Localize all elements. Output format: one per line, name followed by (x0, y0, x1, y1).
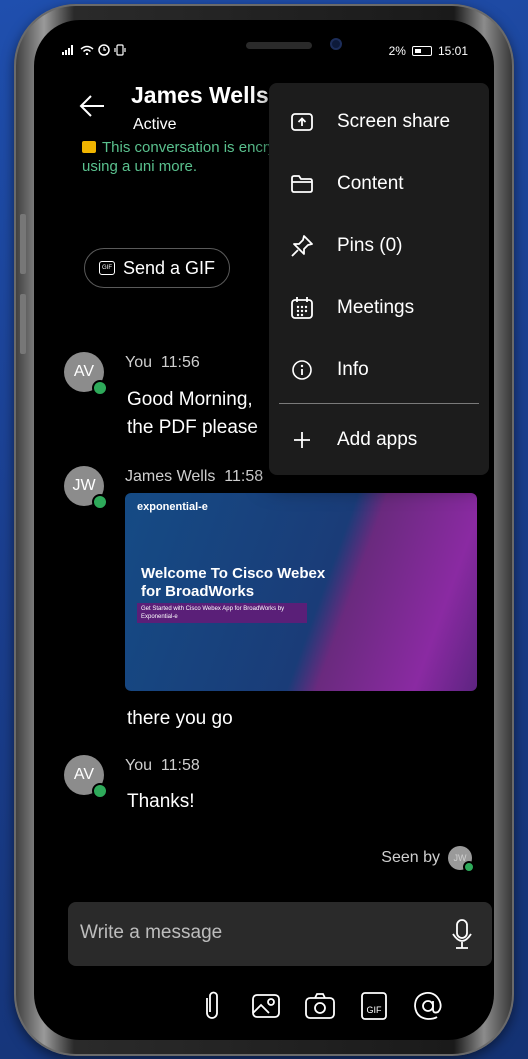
presence-indicator (463, 861, 475, 873)
message-time: 11:56 (160, 354, 200, 371)
pin-icon (291, 235, 313, 257)
signal-icon (62, 45, 73, 55)
message-time: 11:58 (160, 757, 200, 774)
screen-share-icon (291, 113, 313, 131)
vibrate-icon (114, 44, 126, 56)
status-time: 15:01 (437, 44, 468, 58)
seen-label: Seen by (381, 849, 440, 866)
mention-icon[interactable] (410, 988, 446, 1024)
message-meta: You 11:56 (125, 354, 200, 372)
avatar[interactable]: JW (64, 466, 108, 510)
camera-icon[interactable] (302, 988, 338, 1024)
menu-item-label: Screen share (337, 111, 451, 132)
menu-item-label: Meetings (337, 297, 415, 318)
attachment-preview[interactable]: exponential-e Welcome To Cisco Webex for… (125, 493, 477, 691)
plus-icon (294, 432, 310, 448)
composer-toolbar: GIF (194, 988, 446, 1024)
contact-status: Active (133, 116, 177, 133)
presence-indicator (92, 494, 108, 510)
avatar[interactable]: AV (64, 755, 108, 799)
status-bar: 2% 15:01 (34, 42, 494, 62)
message-composer (68, 902, 492, 966)
send-gif-button[interactable]: GIF Send a GIF (84, 248, 231, 288)
menu-item-label: Pins (0) (337, 235, 403, 256)
message-body: there you go (127, 705, 233, 733)
back-arrow-icon[interactable] (78, 92, 106, 120)
app-screen: 2% 15:01 James Wells Active This convers… (34, 20, 494, 1040)
avatar-initials: AV (73, 363, 95, 380)
seen-avatar: JW (448, 846, 475, 873)
wifi-icon (80, 45, 94, 55)
menu-item-pins[interactable]: Pins (0) (269, 218, 489, 274)
status-icons-left (62, 44, 126, 56)
read-receipt[interactable]: Seen by JW (381, 846, 475, 873)
volume-button (20, 214, 26, 274)
message-meta: You 11:58 (125, 757, 200, 775)
microphone-icon[interactable] (450, 918, 474, 950)
menu-item-info[interactable]: Info (269, 342, 489, 398)
message-sender: James Wells (125, 468, 216, 485)
message-meta: James Wells 11:58 (125, 468, 263, 486)
attachment-title: Welcome To Cisco Webex for BroadWorks (141, 565, 326, 600)
attach-icon[interactable] (194, 988, 230, 1024)
gif-icon[interactable]: GIF (356, 988, 392, 1024)
attachment-subtitle: Get Started with Cisco Webex App for Bro… (137, 603, 307, 623)
message-line: Good Morning, (127, 389, 253, 410)
message-body: Thanks! (127, 788, 195, 816)
presence-indicator (92, 783, 108, 799)
menu-item-meetings[interactable]: Meetings (269, 280, 489, 336)
status-icons-right: 2% 15:01 (389, 44, 468, 58)
battery-icon (411, 46, 432, 56)
menu-item-screen-share[interactable]: Screen share (269, 94, 489, 150)
message-body: Good Morning, the PDF please (127, 386, 258, 442)
contact-name[interactable]: James Wells (131, 82, 269, 109)
menu-item-label: Info (337, 359, 369, 380)
message-input[interactable] (80, 922, 440, 944)
calendar-icon (291, 297, 313, 319)
menu-item-content[interactable]: Content (269, 156, 489, 212)
avatar[interactable]: AV (64, 352, 108, 396)
conversation-menu: Screen share Content Pins (0) Meetings I… (269, 83, 489, 475)
message-sender: You (125, 354, 152, 371)
power-button (20, 294, 26, 354)
avatar-initials: AV (73, 766, 95, 783)
menu-item-label: Content (337, 173, 404, 194)
message-line: Thanks! (127, 791, 195, 812)
lock-icon (82, 141, 96, 153)
gif-icon-label: GIF (367, 1005, 383, 1015)
gif-icon: GIF (99, 261, 115, 275)
image-icon[interactable] (248, 988, 284, 1024)
avatar-initials: JW (72, 477, 96, 494)
menu-divider (279, 403, 479, 404)
battery-percent: 2% (388, 44, 406, 58)
message-line: the PDF please (127, 417, 258, 438)
message-sender: You (125, 757, 152, 774)
message-line: there you go (127, 708, 233, 729)
presence-indicator (92, 380, 108, 396)
alarm-icon (98, 44, 110, 56)
message-time: 11:58 (224, 468, 264, 485)
folder-icon (291, 175, 313, 193)
send-gif-label: Send a GIF (123, 257, 216, 278)
attachment-logo: exponential-e (137, 501, 208, 513)
menu-item-add-apps[interactable]: Add apps (269, 412, 489, 468)
info-icon (292, 360, 312, 380)
menu-item-label: Add apps (337, 429, 418, 450)
